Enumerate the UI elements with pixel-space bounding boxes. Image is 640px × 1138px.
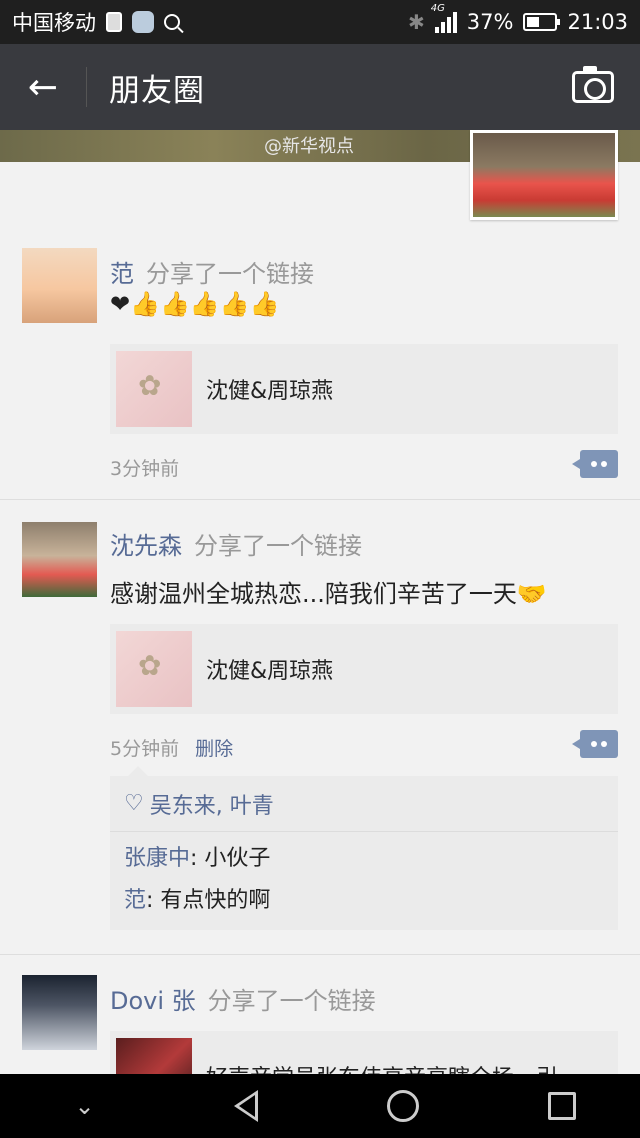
comment-author[interactable]: 张康中: [124, 846, 190, 871]
status-bar: 中国移动 ✱ 4G 37% 21:03: [0, 0, 640, 44]
heart-icon: ♡: [124, 791, 144, 816]
sim-notification-icon: [106, 12, 122, 32]
system-nav-bar: ⌄: [0, 1074, 640, 1138]
link-title: 好声音学员张东伟高音亮瞎全场，引: [206, 1060, 558, 1074]
post-time-line: 5分钟前 删除: [110, 734, 233, 761]
back-button[interactable]: ←: [0, 44, 86, 130]
avatar[interactable]: [22, 522, 97, 597]
page-title: 朋友圈: [109, 72, 205, 109]
link-thumbnail: [116, 631, 192, 707]
bluetooth-icon: ✱: [408, 10, 425, 34]
avatar[interactable]: [22, 975, 97, 1050]
arrow-left-icon: ←: [27, 66, 59, 108]
chevron-down-icon[interactable]: ⌄: [65, 1092, 105, 1120]
shared-link-card[interactable]: 沈健&周琼燕: [110, 624, 618, 714]
post-author[interactable]: Dovi 张: [110, 987, 196, 1015]
app-bar-divider: [86, 67, 87, 107]
post-author[interactable]: 范: [110, 260, 134, 288]
clock: 21:03: [567, 10, 628, 34]
app-notification-icon: [132, 11, 154, 33]
link-title: 沈健&周琼燕: [206, 379, 334, 404]
feed-post: 沈先森分享了一个链接 感谢温州全城热恋...陪我们辛苦了一天🤝 沈健&周琼燕 5…: [0, 500, 640, 955]
camera-icon[interactable]: [572, 66, 614, 103]
post-author[interactable]: 沈先森: [110, 532, 182, 560]
nav-back-icon[interactable]: [233, 1090, 258, 1122]
shared-link-card[interactable]: 好声音学员张东伟高音亮瞎全场，引: [110, 1031, 618, 1074]
search-notification-icon: [164, 14, 180, 30]
profile-avatar-image: [473, 133, 615, 217]
comment-author[interactable]: 范: [124, 888, 146, 913]
comment-text: 小伙子: [204, 846, 271, 871]
likes-comments-box: ♡ 吴东来, 叶青 张康中: 小伙子 范: 有点快的啊: [110, 766, 618, 930]
likes-row: ♡ 吴东来, 叶青: [110, 776, 618, 832]
cover-watermark: @新华视点: [264, 136, 354, 157]
app-bar: ← 朋友圈: [0, 44, 640, 130]
feed-post: 范分享了一个链接 ❤👍👍👍👍👍 沈健&周琼燕 3分钟前: [0, 230, 640, 500]
feed-post: Dovi 张分享了一个链接 好声音学员张东伟高音亮瞎全场，引: [0, 955, 640, 1074]
post-text: ❤👍👍👍👍👍: [110, 290, 280, 318]
comment-item[interactable]: 张康中: 小伙子: [110, 838, 618, 880]
nav-recent-apps-icon[interactable]: [547, 1092, 576, 1120]
post-action: 分享了一个链接: [146, 260, 314, 288]
network-type-label: 4G: [430, 3, 445, 14]
shared-link-card[interactable]: 沈健&周琼燕: [110, 344, 618, 434]
likes-names[interactable]: 吴东来, 叶青: [150, 788, 274, 820]
nav-home-icon[interactable]: [386, 1090, 419, 1122]
more-dots-icon[interactable]: [572, 450, 618, 478]
link-thumbnail: [116, 351, 192, 427]
post-text: 感谢温州全城热恋...陪我们辛苦了一天🤝: [110, 580, 547, 608]
comment-text: 有点快的啊: [160, 888, 271, 913]
profile-avatar[interactable]: [470, 130, 618, 220]
battery-percent: 37%: [466, 10, 514, 34]
comment-item[interactable]: 范: 有点快的啊: [110, 880, 618, 922]
delete-link[interactable]: 删除: [195, 738, 233, 760]
link-thumbnail: [116, 1038, 192, 1074]
post-author-line: 沈先森 分享了一个链接: [110, 526, 362, 561]
post-time: 5分钟前: [110, 738, 180, 760]
more-dots-icon[interactable]: [572, 730, 618, 758]
post-action: 分享了一个链接: [207, 987, 376, 1015]
carrier-label: 中国移动: [12, 11, 96, 35]
link-title: 沈健&周琼燕: [206, 659, 334, 684]
post-time: 3分钟前: [110, 458, 180, 480]
post-author-line: 范分享了一个链接: [110, 254, 314, 289]
avatar[interactable]: [22, 248, 97, 323]
signal-icon: 4G: [431, 3, 457, 33]
post-author-line: Dovi 张分享了一个链接: [110, 981, 376, 1016]
battery-icon: [523, 13, 561, 31]
post-action: 分享了一个链接: [194, 532, 362, 560]
